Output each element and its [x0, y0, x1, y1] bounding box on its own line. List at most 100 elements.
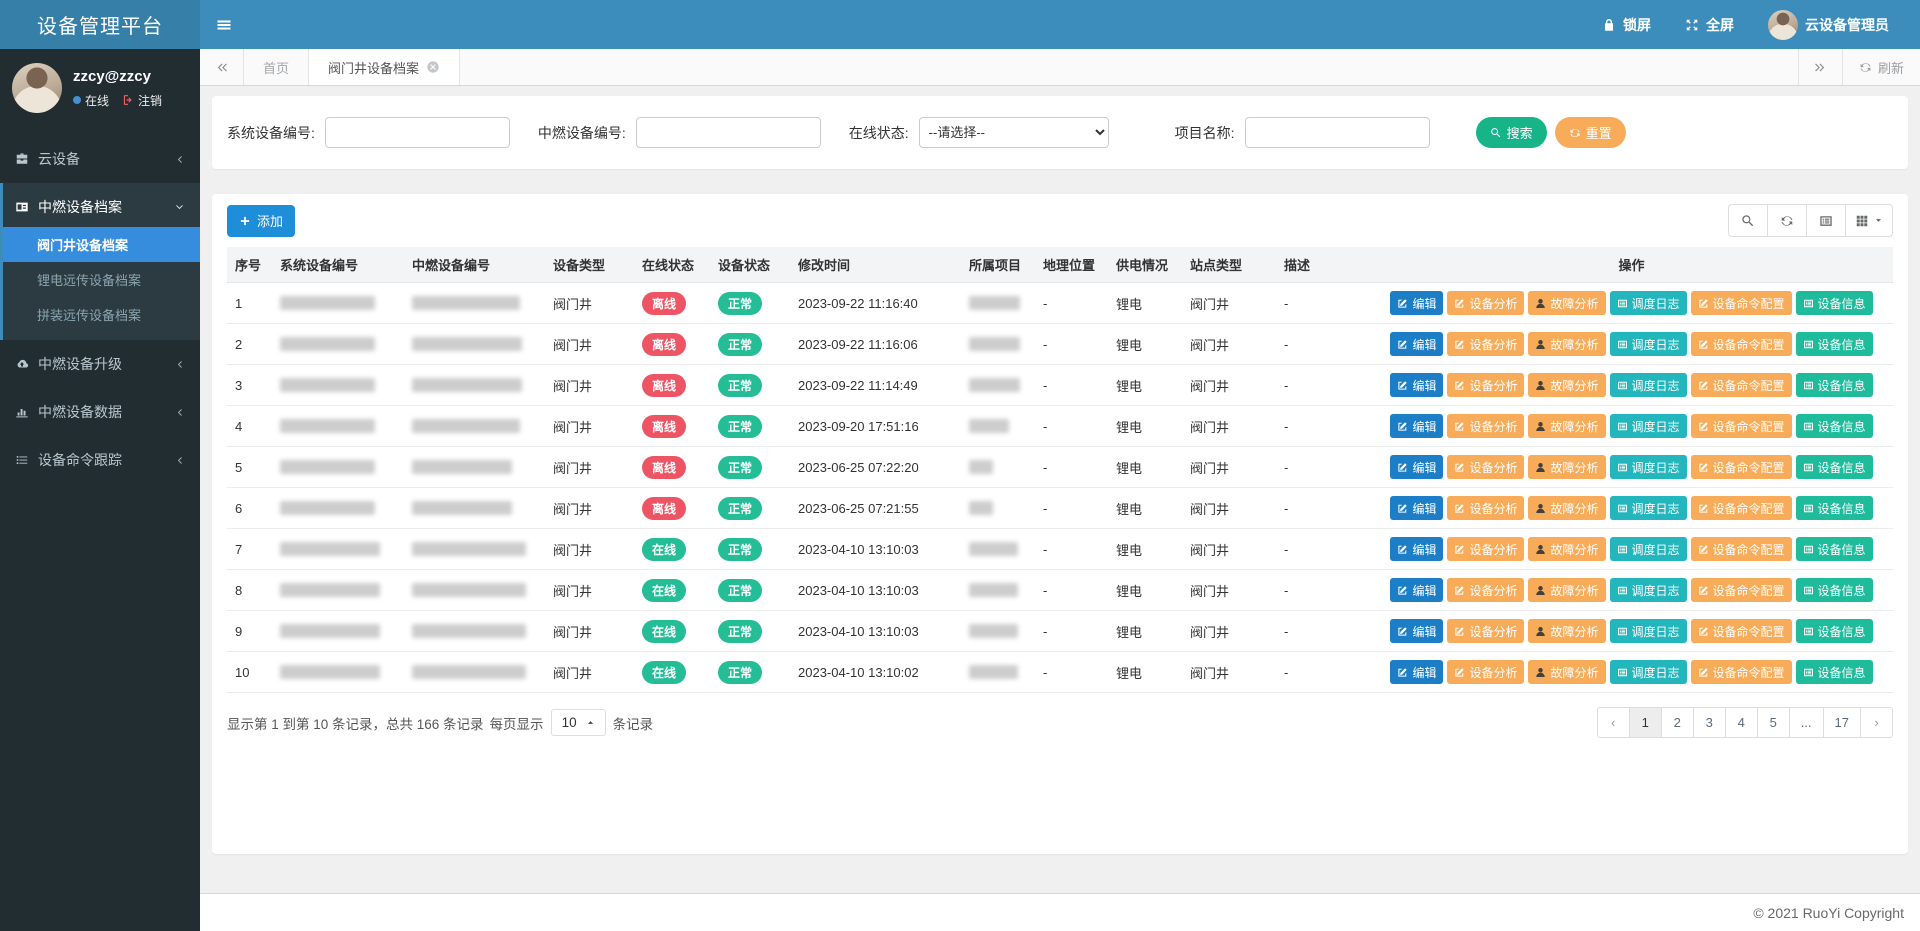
device-info-button[interactable]: 设备信息	[1796, 660, 1873, 684]
page-size-select[interactable]: 10	[551, 709, 606, 736]
device-analysis-button[interactable]: 设备分析	[1447, 291, 1524, 315]
user-menu[interactable]: 云设备管理员	[1751, 0, 1906, 49]
tab-valve-well-archive[interactable]: 阀门井设备档案	[309, 49, 460, 85]
edit-button[interactable]: 编辑	[1390, 414, 1443, 438]
edit-button[interactable]: 编辑	[1390, 619, 1443, 643]
fault-analysis-button[interactable]: 故障分析	[1528, 414, 1605, 438]
device-command-config-button[interactable]: 设备命令配置	[1691, 332, 1792, 356]
edit-button[interactable]: 编辑	[1390, 373, 1443, 397]
device-command-config-button[interactable]: 设备命令配置	[1691, 455, 1792, 479]
device-analysis-button[interactable]: 设备分析	[1447, 578, 1524, 602]
system-device-code-input[interactable]	[325, 117, 510, 148]
edit-button[interactable]: 编辑	[1390, 660, 1443, 684]
fault-analysis-button[interactable]: 故障分析	[1528, 537, 1605, 561]
dispatch-log-button[interactable]: 调度日志	[1610, 414, 1687, 438]
device-info-button[interactable]: 设备信息	[1796, 332, 1873, 356]
page-2-button[interactable]: 2	[1661, 707, 1694, 738]
device-command-config-button[interactable]: 设备命令配置	[1691, 291, 1792, 315]
lock-screen-button[interactable]: 锁屏	[1585, 0, 1668, 49]
device-command-config-button[interactable]: 设备命令配置	[1691, 496, 1792, 520]
dispatch-log-button[interactable]: 调度日志	[1610, 537, 1687, 561]
sidebar-subitem-lithium-remote-device-archive[interactable]: 锂电远传设备档案	[3, 262, 200, 297]
refresh-table-button[interactable]	[1767, 204, 1807, 237]
close-tab-icon[interactable]	[426, 60, 440, 74]
page-ellipsis[interactable]: ...	[1789, 707, 1824, 738]
dispatch-log-button[interactable]: 调度日志	[1610, 332, 1687, 356]
device-analysis-button[interactable]: 设备分析	[1447, 414, 1524, 438]
fault-analysis-button[interactable]: 故障分析	[1528, 455, 1605, 479]
device-command-config-button[interactable]: 设备命令配置	[1691, 660, 1792, 684]
edit-button[interactable]: 编辑	[1390, 291, 1443, 315]
sidebar-item-zr-device-data[interactable]: 中燃设备数据	[0, 388, 200, 436]
page-17-button[interactable]: 17	[1823, 707, 1861, 738]
dispatch-log-button[interactable]: 调度日志	[1610, 373, 1687, 397]
detail-view-button[interactable]	[1806, 204, 1846, 237]
device-command-config-button[interactable]: 设备命令配置	[1691, 373, 1792, 397]
edit-button[interactable]: 编辑	[1390, 578, 1443, 602]
fault-analysis-button[interactable]: 故障分析	[1528, 373, 1605, 397]
device-info-button[interactable]: 设备信息	[1796, 578, 1873, 602]
device-command-config-button[interactable]: 设备命令配置	[1691, 578, 1792, 602]
dispatch-log-button[interactable]: 调度日志	[1610, 619, 1687, 643]
search-button[interactable]: 搜索	[1476, 117, 1547, 148]
sidebar-item-device-command-track[interactable]: 设备命令跟踪	[0, 436, 200, 484]
project-name-input[interactable]	[1245, 117, 1430, 148]
dispatch-log-button[interactable]: 调度日志	[1610, 578, 1687, 602]
tab-refresh-button[interactable]: 刷新	[1842, 49, 1920, 85]
fullscreen-button[interactable]: 全屏	[1668, 0, 1751, 49]
device-analysis-button[interactable]: 设备分析	[1447, 455, 1524, 479]
tabs-scroll-left-button[interactable]	[200, 49, 244, 85]
device-analysis-button[interactable]: 设备分析	[1447, 660, 1524, 684]
sidebar-subitem-assembled-remote-device-archive[interactable]: 拼装远传设备档案	[3, 297, 200, 332]
app-logo[interactable]: 设备管理平台	[0, 0, 200, 49]
sidebar-toggle-button[interactable]	[200, 0, 248, 49]
tab-home[interactable]: 首页	[244, 49, 309, 85]
device-info-button[interactable]: 设备信息	[1796, 373, 1873, 397]
fault-analysis-button[interactable]: 故障分析	[1528, 578, 1605, 602]
device-analysis-button[interactable]: 设备分析	[1447, 496, 1524, 520]
device-info-button[interactable]: 设备信息	[1796, 291, 1873, 315]
page-3-button[interactable]: 3	[1693, 707, 1726, 738]
fault-analysis-button[interactable]: 故障分析	[1528, 332, 1605, 356]
device-info-button[interactable]: 设备信息	[1796, 496, 1873, 520]
fault-analysis-button[interactable]: 故障分析	[1528, 291, 1605, 315]
toggle-search-button[interactable]	[1728, 204, 1768, 237]
sidebar-item-cloud-device[interactable]: 云设备	[0, 135, 200, 183]
page-5-button[interactable]: 5	[1757, 707, 1790, 738]
online-status-label[interactable]: 在线	[85, 92, 109, 109]
device-command-config-button[interactable]: 设备命令配置	[1691, 619, 1792, 643]
page-4-button[interactable]: 4	[1725, 707, 1758, 738]
dispatch-log-button[interactable]: 调度日志	[1610, 660, 1687, 684]
device-command-config-button[interactable]: 设备命令配置	[1691, 537, 1792, 561]
page-1-button[interactable]: 1	[1629, 707, 1662, 738]
device-analysis-button[interactable]: 设备分析	[1447, 537, 1524, 561]
fault-analysis-button[interactable]: 故障分析	[1528, 619, 1605, 643]
tabs-scroll-right-button[interactable]	[1798, 49, 1842, 85]
device-info-button[interactable]: 设备信息	[1796, 414, 1873, 438]
device-analysis-button[interactable]: 设备分析	[1447, 619, 1524, 643]
device-analysis-button[interactable]: 设备分析	[1447, 332, 1524, 356]
zr-device-code-input[interactable]	[636, 117, 821, 148]
edit-button[interactable]: 编辑	[1390, 537, 1443, 561]
logout-link[interactable]: 注销	[138, 92, 162, 109]
dispatch-log-button[interactable]: 调度日志	[1610, 496, 1687, 520]
edit-button[interactable]: 编辑	[1390, 455, 1443, 479]
device-info-button[interactable]: 设备信息	[1796, 455, 1873, 479]
sidebar-item-zr-device-archive[interactable]: 中燃设备档案	[3, 183, 200, 227]
device-info-button[interactable]: 设备信息	[1796, 537, 1873, 561]
add-button[interactable]: 添加	[227, 205, 295, 237]
online-status-select[interactable]: --请选择--	[919, 117, 1109, 148]
dispatch-log-button[interactable]: 调度日志	[1610, 291, 1687, 315]
fault-analysis-button[interactable]: 故障分析	[1528, 496, 1605, 520]
pagination-next-button[interactable]: ›	[1860, 707, 1893, 738]
device-command-config-button[interactable]: 设备命令配置	[1691, 414, 1792, 438]
device-info-button[interactable]: 设备信息	[1796, 619, 1873, 643]
sidebar-item-zr-device-upgrade[interactable]: 中燃设备升级	[0, 340, 200, 388]
columns-button[interactable]	[1845, 204, 1893, 237]
device-analysis-button[interactable]: 设备分析	[1447, 373, 1524, 397]
sidebar-subitem-valve-well-device-archive[interactable]: 阀门井设备档案	[3, 227, 200, 262]
reset-button[interactable]: 重置	[1555, 117, 1626, 148]
pagination-prev-button[interactable]: ‹	[1597, 707, 1630, 738]
fault-analysis-button[interactable]: 故障分析	[1528, 660, 1605, 684]
dispatch-log-button[interactable]: 调度日志	[1610, 455, 1687, 479]
